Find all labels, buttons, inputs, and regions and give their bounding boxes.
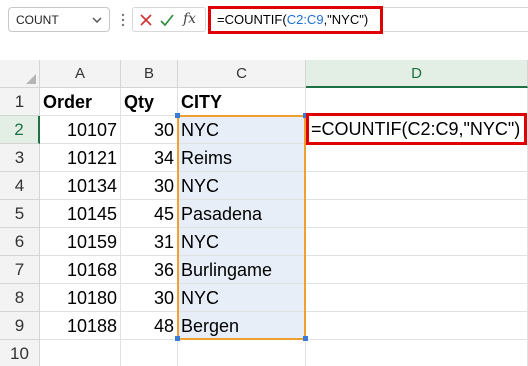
- row-header-4[interactable]: 4: [0, 172, 40, 200]
- cell-b8[interactable]: 30: [121, 284, 178, 312]
- column-header-c[interactable]: C: [178, 60, 306, 88]
- cell-d8[interactable]: [306, 284, 528, 312]
- cell-c3[interactable]: Reims: [178, 144, 306, 172]
- cell-a7[interactable]: 10168: [40, 256, 121, 284]
- cell-b7[interactable]: 36: [121, 256, 178, 284]
- cell-d7[interactable]: [306, 256, 528, 284]
- cell-a8[interactable]: 10180: [40, 284, 121, 312]
- cell-c5[interactable]: Pasadena: [178, 200, 306, 228]
- formula-actions: fx: [132, 7, 206, 32]
- active-cell-d2[interactable]: =COUNTIF(C2:C9,"NYC"): [306, 113, 527, 145]
- cell-b1[interactable]: Qty: [121, 88, 178, 116]
- cell-b2[interactable]: 30: [121, 116, 178, 144]
- formula-suffix: ,"NYC"): [323, 12, 369, 27]
- cell-a6[interactable]: 10159: [40, 228, 121, 256]
- cell-c2[interactable]: NYC: [178, 116, 306, 144]
- cell-d9[interactable]: [306, 312, 528, 340]
- cell-a9[interactable]: 10188: [40, 312, 121, 340]
- column-header-d[interactable]: D: [306, 60, 528, 88]
- cell-c8[interactable]: NYC: [178, 284, 306, 312]
- cell-d4[interactable]: [306, 172, 528, 200]
- cell-c7[interactable]: Burlingame: [178, 256, 306, 284]
- row-header-3[interactable]: 3: [0, 144, 40, 172]
- cell-c9[interactable]: Bergen: [178, 312, 306, 340]
- select-all-triangle-icon: [26, 74, 36, 84]
- row-header-5[interactable]: 5: [0, 200, 40, 228]
- cell-d10[interactable]: [306, 340, 528, 366]
- row-header-9[interactable]: 9: [0, 312, 40, 340]
- cell-d3[interactable]: [306, 144, 528, 172]
- cell-b4[interactable]: 30: [121, 172, 178, 200]
- formula-input[interactable]: =COUNTIF(C2:C9,"NYC"): [208, 6, 383, 34]
- more-options-icon[interactable]: [118, 8, 128, 32]
- column-header-b[interactable]: B: [121, 60, 178, 88]
- cell-d5[interactable]: [306, 200, 528, 228]
- row-header-8[interactable]: 8: [0, 284, 40, 312]
- confirm-check-icon[interactable]: [159, 12, 175, 28]
- cell-a3[interactable]: 10121: [40, 144, 121, 172]
- cell-b6[interactable]: 31: [121, 228, 178, 256]
- range-handle-bottom-left[interactable]: [175, 336, 180, 341]
- cell-c10[interactable]: [178, 340, 306, 366]
- row-header-7[interactable]: 7: [0, 256, 40, 284]
- cell-a2[interactable]: 10107: [40, 116, 121, 144]
- cell-c4[interactable]: NYC: [178, 172, 306, 200]
- range-handle-top-left[interactable]: [175, 113, 180, 118]
- cell-a10[interactable]: [40, 340, 121, 366]
- cancel-x-icon[interactable]: [138, 12, 154, 28]
- cell-b10[interactable]: [121, 340, 178, 366]
- range-handle-bottom-right[interactable]: [303, 336, 308, 341]
- cell-b5[interactable]: 45: [121, 200, 178, 228]
- row-header-1[interactable]: 1: [0, 88, 40, 116]
- chevron-down-icon[interactable]: [90, 13, 104, 27]
- cell-a5[interactable]: 10145: [40, 200, 121, 228]
- row-header-2[interactable]: 2: [0, 116, 40, 144]
- row-header-10[interactable]: 10: [0, 340, 40, 366]
- row-header-6[interactable]: 6: [0, 228, 40, 256]
- cell-a4[interactable]: 10134: [40, 172, 121, 200]
- cell-b3[interactable]: 34: [121, 144, 178, 172]
- cell-b9[interactable]: 48: [121, 312, 178, 340]
- name-box[interactable]: COUNT: [8, 7, 110, 32]
- name-box-value: COUNT: [16, 13, 59, 27]
- cell-a1[interactable]: Order: [40, 88, 121, 116]
- formula-prefix: =COUNTIF(: [217, 12, 287, 27]
- formula-range-ref: C2:C9: [286, 12, 324, 27]
- cell-d1[interactable]: [306, 88, 528, 116]
- formula-input-extension[interactable]: [383, 7, 528, 32]
- column-header-a[interactable]: A: [40, 60, 121, 88]
- formula-bar: COUNT fx =COUNTIF(C2:C9,"NYC"): [0, 0, 528, 40]
- select-all-corner[interactable]: [0, 60, 40, 88]
- cell-c6[interactable]: NYC: [178, 228, 306, 256]
- function-fx-icon[interactable]: fx: [183, 11, 196, 27]
- cell-d6[interactable]: [306, 228, 528, 256]
- spreadsheet-grid: A B C D 1 2 3 4 5 6 7 8 9 10 Order Qty CITY 10107 30 N…: [0, 60, 528, 366]
- cell-c1[interactable]: CITY: [178, 88, 306, 116]
